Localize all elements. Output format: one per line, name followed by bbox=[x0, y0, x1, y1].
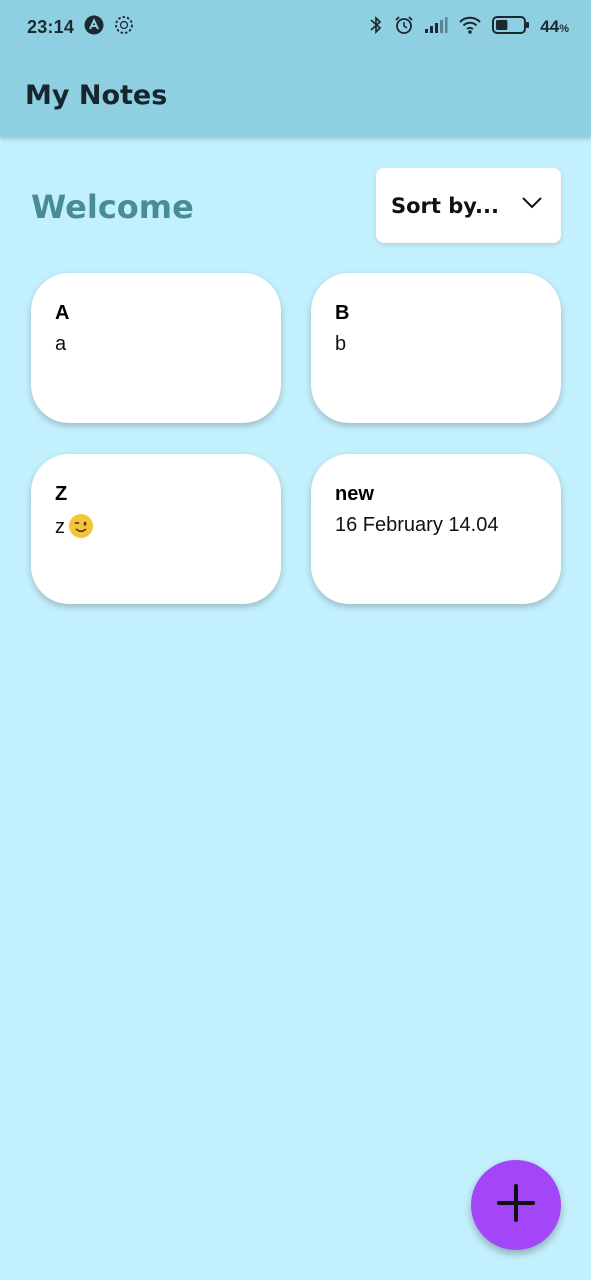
welcome-heading: Welcome bbox=[31, 188, 194, 226]
note-card-b[interactable]: B b bbox=[311, 273, 561, 423]
sort-dropdown[interactable]: Sort by... bbox=[376, 168, 561, 243]
app-a-icon bbox=[84, 15, 104, 40]
note-title: new bbox=[335, 483, 374, 505]
note-title: Z bbox=[55, 483, 68, 505]
battery-icon bbox=[492, 15, 530, 40]
wifi-icon bbox=[458, 15, 482, 40]
app-title: My Notes bbox=[25, 80, 168, 111]
note-title: A bbox=[55, 302, 70, 324]
note-card-new[interactable]: new 16 February 14.04 bbox=[311, 454, 561, 604]
add-note-button[interactable] bbox=[471, 1160, 561, 1250]
bluetooth-icon bbox=[368, 15, 384, 40]
note-body: b bbox=[335, 333, 347, 355]
app-header: 23:14 44% My Notes bbox=[0, 0, 591, 137]
winking-face-icon bbox=[69, 514, 93, 538]
note-body: z bbox=[55, 516, 65, 538]
sync-icon bbox=[114, 15, 134, 40]
note-body: 16 February 14.04 bbox=[335, 514, 499, 536]
note-title: B bbox=[335, 302, 350, 324]
plus-icon bbox=[496, 1183, 536, 1228]
note-body: a bbox=[55, 333, 67, 355]
sort-label: Sort by... bbox=[391, 193, 499, 218]
note-body-row: z bbox=[55, 514, 257, 539]
alarm-icon bbox=[394, 15, 414, 40]
note-card-a[interactable]: A a bbox=[31, 273, 281, 423]
battery-percent: 44% bbox=[540, 17, 569, 36]
status-time: 23:14 bbox=[27, 16, 75, 37]
note-card-z[interactable]: Z z bbox=[31, 454, 281, 604]
status-bar: 23:14 44% bbox=[0, 0, 591, 54]
chevron-down-icon bbox=[521, 196, 543, 215]
signal-icon bbox=[424, 16, 448, 39]
